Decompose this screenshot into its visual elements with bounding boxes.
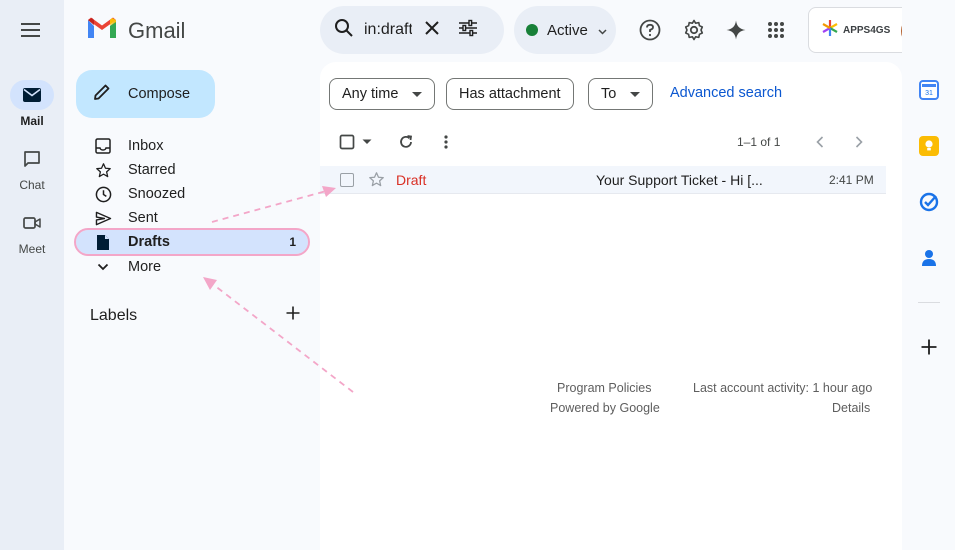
sidebar-item-label: Sent (128, 210, 158, 226)
draft-icon (94, 233, 112, 251)
rail-item-mail[interactable]: Mail (0, 80, 64, 128)
filter-chip-to[interactable]: To (588, 78, 654, 110)
mail-icon (10, 80, 54, 110)
select-all-checkbox[interactable] (337, 132, 357, 152)
status-dot (526, 24, 538, 36)
gear-icon[interactable] (682, 18, 706, 42)
chevron-down-icon (598, 22, 607, 39)
select-dropdown-icon[interactable] (357, 132, 377, 152)
drafts-count-badge: 1 (289, 235, 296, 249)
rail-divider (918, 302, 940, 303)
sidebar-item-more[interactable]: More (76, 255, 308, 279)
rail-item-meet[interactable]: Meet (0, 208, 64, 256)
chip-label: To (601, 86, 617, 102)
gmail-m-icon (86, 16, 118, 45)
sidebar-item-sent[interactable]: Sent (76, 206, 308, 230)
rail-label-mail: Mail (20, 114, 44, 128)
rail-label-chat: Chat (19, 178, 45, 192)
main-menu-icon[interactable] (20, 20, 42, 40)
add-label-icon[interactable] (286, 306, 300, 325)
row-time: 2:41 PM (829, 173, 874, 187)
chip-label: Any time (342, 86, 399, 102)
chevron-right-icon[interactable] (849, 132, 869, 152)
sidebar-item-label: Starred (128, 162, 176, 178)
star-icon (94, 161, 112, 179)
apps-grid-icon[interactable] (764, 18, 788, 42)
filter-chip-any-time[interactable]: Any time (329, 78, 436, 110)
status-label: Active (547, 21, 588, 39)
sidebar-item-label: Snoozed (128, 186, 186, 202)
row-subject: Your Support Ticket - Hi [... (596, 172, 763, 188)
chip-label: Has attachment (459, 86, 561, 102)
help-icon[interactable] (638, 18, 662, 42)
rail-item-chat[interactable]: Chat (0, 144, 64, 192)
rail-label-meet: Meet (18, 242, 46, 256)
tasks-icon[interactable] (919, 192, 939, 212)
sidebar-item-snoozed[interactable]: Snoozed (76, 182, 308, 206)
search-options-icon[interactable] (458, 19, 478, 42)
refresh-icon[interactable] (396, 132, 416, 152)
powered-by-text: Powered by Google (550, 401, 660, 415)
chevron-down-icon (94, 258, 112, 276)
chat-icon (10, 144, 54, 174)
clock-icon (94, 185, 112, 203)
program-policies-link[interactable]: Program Policies (557, 381, 651, 395)
labels-header: Labels (90, 306, 300, 325)
labels-title: Labels (90, 306, 138, 324)
search-icon[interactable] (334, 18, 354, 43)
caret-down-icon (630, 91, 641, 97)
add-addon-icon[interactable] (919, 337, 939, 357)
table-row[interactable]: Draft Your Support Ticket - Hi [... 2:41… (320, 166, 886, 194)
keep-icon[interactable] (919, 136, 939, 156)
star-icon[interactable] (368, 171, 385, 193)
last-activity-text: Last account activity: 1 hour ago (693, 381, 873, 395)
more-vert-icon[interactable] (436, 132, 456, 152)
account-name: APPS4GS (843, 24, 891, 36)
sidebar-item-label: More (128, 259, 162, 275)
svg-text:31: 31 (925, 90, 933, 96)
gemini-sparkle-icon[interactable] (724, 18, 748, 42)
filter-chip-has-attachment[interactable]: Has attachment (446, 78, 574, 110)
clear-search-icon[interactable] (424, 20, 440, 41)
contacts-icon[interactable] (919, 248, 939, 268)
pagination-range: 1–1 of 1 (737, 135, 781, 149)
send-icon (94, 209, 112, 227)
gmail-logo[interactable]: Gmail (86, 16, 185, 45)
chevron-left-icon[interactable] (810, 132, 830, 152)
row-sender: Draft (396, 172, 427, 188)
calendar-icon[interactable]: 31 (919, 80, 939, 100)
compose-button[interactable]: Compose (76, 70, 215, 118)
search-bar (320, 6, 504, 54)
status-selector[interactable]: Active (514, 6, 616, 54)
caret-down-icon (412, 91, 423, 97)
inbox-icon (94, 137, 112, 155)
gmail-wordmark: Gmail (128, 17, 186, 43)
sidebar-item-inbox[interactable]: Inbox (76, 134, 308, 158)
row-checkbox[interactable] (340, 173, 354, 187)
sidebar-item-drafts[interactable]: Drafts 1 (74, 228, 310, 256)
sidebar-item-starred[interactable]: Starred (76, 158, 308, 182)
search-input[interactable] (364, 21, 412, 39)
sidebar-item-label: Inbox (128, 138, 164, 154)
sidebar-item-label: Drafts (128, 234, 170, 250)
details-link[interactable]: Details (832, 401, 870, 415)
advanced-search-link[interactable]: Advanced search (670, 85, 782, 101)
apps4gs-logo-icon (821, 19, 839, 42)
compose-label: Compose (128, 86, 191, 102)
meet-icon (10, 208, 54, 238)
pencil-icon (92, 82, 112, 106)
